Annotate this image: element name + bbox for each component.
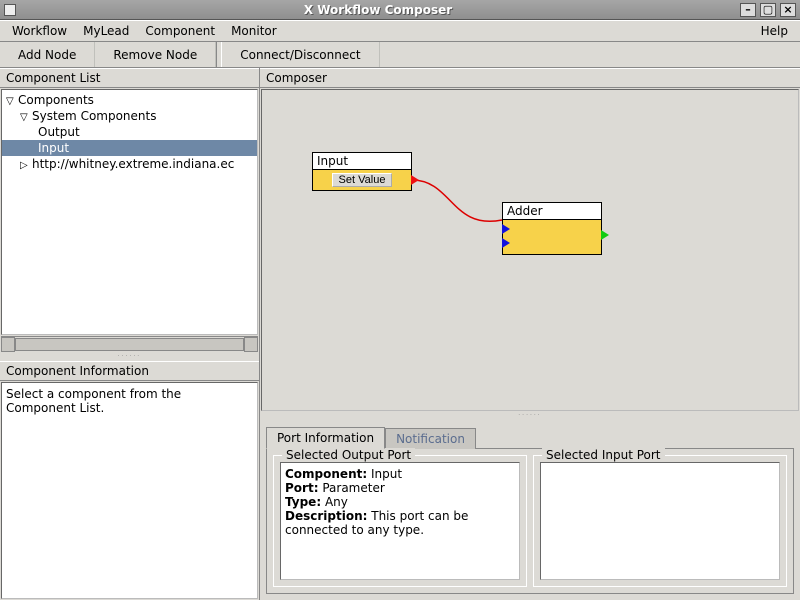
selected-output-port-body: Component: Input Port: Parameter Type: A… [280, 462, 520, 580]
minimize-button[interactable]: – [740, 3, 756, 17]
composer-canvas[interactable]: Input Set Value Adder [261, 89, 799, 411]
close-button[interactable]: × [780, 3, 796, 17]
tree-system-components[interactable]: ▽System Components [2, 108, 257, 124]
left-split-sash[interactable]: ······ [0, 353, 259, 361]
menu-workflow[interactable]: Workflow [4, 22, 75, 40]
toolbar: Add Node Remove Node Connect/Disconnect [0, 42, 800, 68]
tree-root-components[interactable]: ▽Components [2, 92, 257, 108]
component-list-hscrollbar[interactable] [1, 336, 258, 352]
component-info-text: Select a component from the Component Li… [6, 387, 181, 415]
right-split-sash[interactable]: ······ [260, 412, 800, 420]
port-input-blue-icon[interactable] [502, 224, 510, 234]
menu-monitor[interactable]: Monitor [223, 22, 285, 40]
tree-item-whitney[interactable]: ▷http://whitney.extreme.indiana.ec [2, 156, 257, 172]
system-menu-icon[interactable] [4, 4, 16, 16]
chevron-down-icon[interactable]: ▽ [6, 96, 16, 107]
window-title: X Workflow Composer [20, 3, 736, 17]
chevron-down-icon[interactable]: ▽ [20, 112, 30, 123]
maximize-button[interactable]: ▢ [760, 3, 776, 17]
component-info-body: Select a component from the Component Li… [1, 382, 258, 599]
set-value-button[interactable]: Set Value [332, 173, 393, 187]
connect-disconnect-button[interactable]: Connect/Disconnect [222, 42, 379, 67]
tab-port-information[interactable]: Port Information [266, 427, 385, 449]
selected-input-port-body [540, 462, 780, 580]
selected-input-port-fieldset: Selected Input Port [533, 455, 787, 587]
remove-node-button[interactable]: Remove Node [95, 42, 216, 67]
menu-component[interactable]: Component [137, 22, 223, 40]
selected-output-port-legend: Selected Output Port [282, 448, 415, 462]
port-output-green-icon[interactable] [601, 230, 609, 240]
node-input-title: Input [313, 153, 411, 170]
add-node-button[interactable]: Add Node [0, 42, 95, 67]
port-output-red-icon[interactable] [411, 175, 419, 185]
component-tree[interactable]: ▽Components ▽System Components Output In… [2, 90, 257, 172]
menubar: Workflow MyLead Component Monitor Help [0, 20, 800, 42]
composer-title: Composer [260, 68, 800, 88]
tree-item-input[interactable]: Input [2, 140, 257, 156]
selected-output-port-fieldset: Selected Output Port Component: Input Po… [273, 455, 527, 587]
tree-item-output[interactable]: Output [2, 124, 257, 140]
selected-input-port-legend: Selected Input Port [542, 448, 665, 462]
component-info-title: Component Information [0, 361, 259, 381]
menu-mylead[interactable]: MyLead [75, 22, 137, 40]
bottom-tabs-row: Port Information Notification [260, 420, 800, 448]
tab-notification[interactable]: Notification [385, 428, 476, 449]
component-list-title: Component List [0, 68, 259, 88]
node-adder[interactable]: Adder [502, 202, 602, 255]
node-input[interactable]: Input Set Value [312, 152, 412, 191]
port-input-blue-icon[interactable] [502, 238, 510, 248]
node-adder-title: Adder [503, 203, 601, 220]
component-list-body: ▽Components ▽System Components Output In… [1, 89, 258, 335]
titlebar: X Workflow Composer – ▢ × [0, 0, 800, 20]
chevron-right-icon[interactable]: ▷ [20, 160, 30, 171]
menu-help[interactable]: Help [753, 22, 796, 40]
port-information-panel: Selected Output Port Component: Input Po… [266, 448, 794, 594]
